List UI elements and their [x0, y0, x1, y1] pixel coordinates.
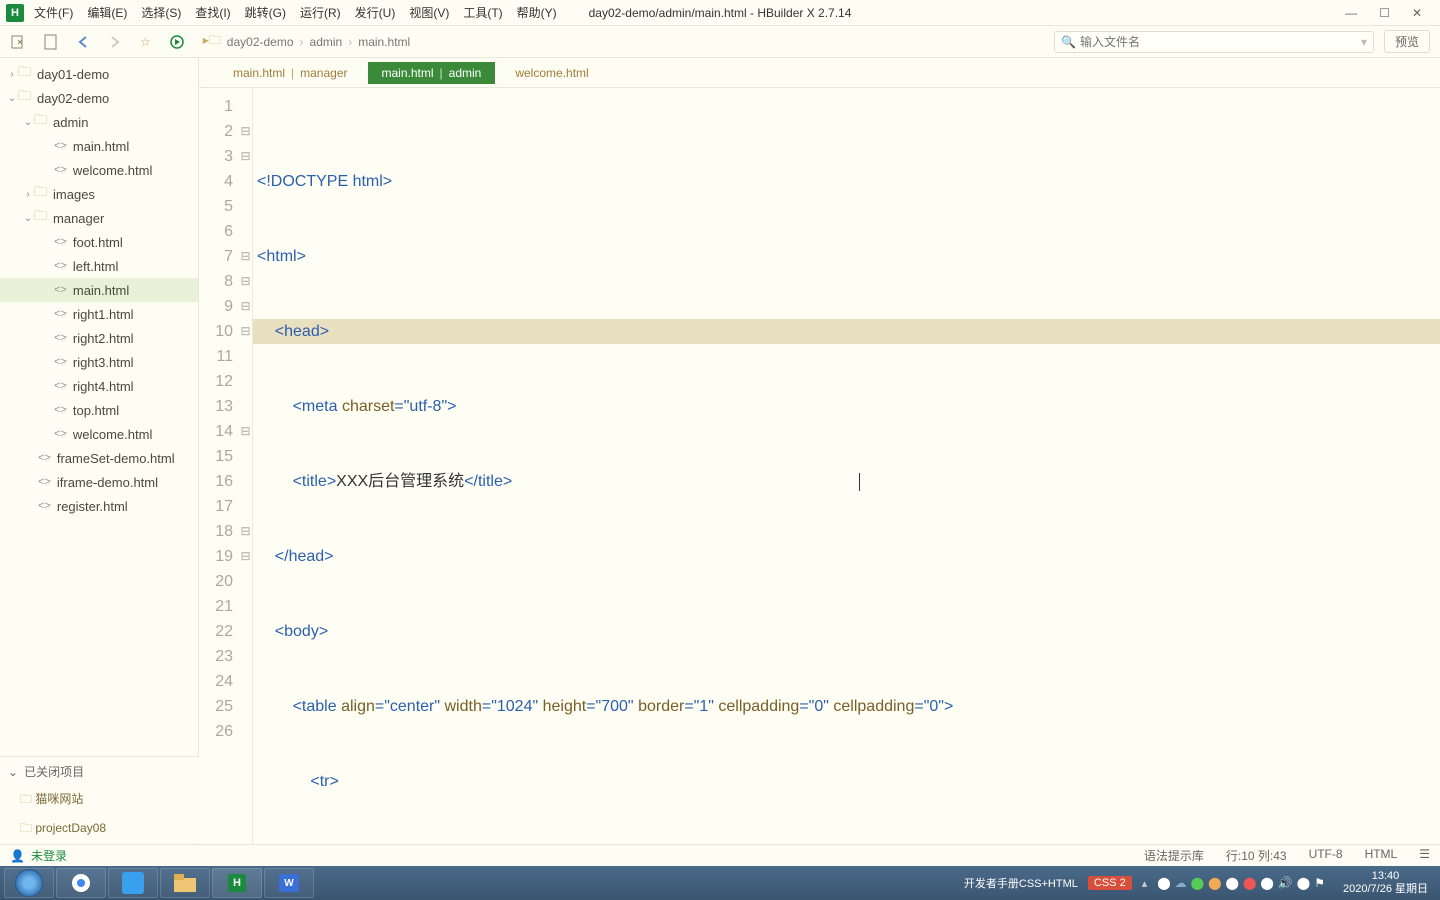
app-logo: H	[6, 4, 24, 22]
taskbar-wps[interactable]: W	[264, 868, 314, 898]
run-icon[interactable]	[169, 34, 185, 50]
editor-area: main.html|manager main.html|admin welcom…	[199, 58, 1440, 844]
menu-goto[interactable]: 跳转(G)	[245, 4, 286, 21]
mouse-text-cursor	[859, 473, 860, 491]
tree-file-admin-main[interactable]: <>main.html	[0, 134, 198, 158]
menu-help[interactable]: 帮助(Y)	[517, 4, 557, 21]
taskbar-clock[interactable]: 13:40 2020/7/26 星期日	[1335, 870, 1436, 896]
forward-icon[interactable]	[108, 35, 122, 49]
menu-tools[interactable]: 工具(T)	[463, 4, 502, 21]
tree-file-foot[interactable]: <>foot.html	[0, 230, 198, 254]
tree-file-right1[interactable]: <>right1.html	[0, 302, 198, 326]
tree-file-admin-welcome[interactable]: <>welcome.html	[0, 158, 198, 182]
closed-project-item[interactable]: 🗀 projectDay08	[0, 815, 199, 844]
tree-file-mgr-welcome[interactable]: <>welcome.html	[0, 422, 198, 446]
tray-icons[interactable]: ⬤☁⬤⬤⬤⬤⬤🔊⬤⚑	[1157, 876, 1325, 890]
menu-select[interactable]: 选择(S)	[141, 4, 181, 21]
breadcrumb: ▸🗀 day02-demo › admin › main.html	[203, 31, 410, 52]
code-editor[interactable]: 1234567891011121314151617181920212223242…	[199, 88, 1440, 844]
tray-chevron-icon[interactable]: ▴	[1142, 877, 1148, 890]
css-badge[interactable]: CSS 2	[1088, 876, 1132, 890]
taskbar-app-blue[interactable]	[108, 868, 158, 898]
syntax-hint[interactable]: 语法提示库	[1144, 847, 1204, 864]
back-icon[interactable]	[76, 35, 90, 49]
search-icon: 🔍	[1061, 35, 1076, 49]
menu-find[interactable]: 查找(I)	[195, 4, 230, 21]
tree-item-manager[interactable]: ⌄🗀manager	[0, 206, 198, 230]
file-explorer: ›🗀day01-demo ⌄🗀day02-demo ⌄🗀admin <>main…	[0, 58, 199, 844]
menubar: H 文件(F) 编辑(E) 选择(S) 查找(I) 跳转(G) 运行(R) 发行…	[0, 0, 1440, 26]
window-controls: — ☐ ✕	[1345, 6, 1440, 20]
search-input[interactable]	[1080, 35, 1361, 49]
code-content[interactable]: <!DOCTYPE html> <html> <head> <meta char…	[253, 88, 1440, 844]
tab-admin-main[interactable]: main.html|admin	[368, 62, 496, 84]
start-button[interactable]	[4, 868, 54, 898]
taskbar: H W 开发者手册CSS+HTML CSS 2 ▴ ⬤☁⬤⬤⬤⬤⬤🔊⬤⚑ 13:…	[0, 866, 1440, 900]
taskbar-chrome[interactable]	[56, 868, 106, 898]
fold-gutter: ⊟⊟ ⊟⊟⊟⊟ ⊟ ⊟⊟	[239, 88, 253, 844]
preview-button[interactable]: 预览	[1384, 30, 1430, 53]
folder-icon: ▸🗀	[203, 31, 221, 52]
tree-file-top[interactable]: <>top.html	[0, 398, 198, 422]
tree-file-iframe[interactable]: <>iframe-demo.html	[0, 470, 198, 494]
menu-view[interactable]: 视图(V)	[409, 4, 449, 21]
taskbar-footer-text: 开发者手册CSS+HTML	[964, 875, 1078, 891]
tree-item-day02[interactable]: ⌄🗀day02-demo	[0, 86, 198, 110]
menu-file[interactable]: 文件(F)	[34, 4, 73, 21]
statusbar: 👤未登录 语法提示库 行:10 列:43 UTF-8 HTML ☰	[0, 844, 1440, 866]
closed-project-item[interactable]: 🗀 猫咪网站	[0, 786, 199, 815]
menu-run[interactable]: 运行(R)	[300, 4, 341, 21]
minimize-icon[interactable]: —	[1345, 6, 1357, 20]
star-icon[interactable]: ☆	[140, 35, 151, 49]
taskbar-hbuilder[interactable]: H	[212, 868, 262, 898]
tab-manager-main[interactable]: main.html|manager	[219, 62, 362, 84]
tree-file-right3[interactable]: <>right3.html	[0, 350, 198, 374]
language-mode[interactable]: HTML	[1365, 847, 1398, 864]
line-numbers: 1234567891011121314151617181920212223242…	[199, 88, 239, 844]
tree-file-left[interactable]: <>left.html	[0, 254, 198, 278]
tree-item-images[interactable]: ›🗀images	[0, 182, 198, 206]
tree-file-right4[interactable]: <>right4.html	[0, 374, 198, 398]
cursor-position: 行:10 列:43	[1226, 847, 1287, 864]
login-status[interactable]: 👤未登录	[10, 847, 67, 864]
editor-tabs: main.html|manager main.html|admin welcom…	[199, 58, 1440, 88]
maximize-icon[interactable]: ☐	[1379, 6, 1390, 20]
dropdown-icon[interactable]: ▾	[1361, 35, 1367, 49]
taskbar-explorer[interactable]	[160, 868, 210, 898]
tree-item-day01[interactable]: ›🗀day01-demo	[0, 62, 198, 86]
window-title: day02-demo/admin/main.html - HBuilder X …	[589, 6, 852, 20]
main-area: ›🗀day01-demo ⌄🗀day02-demo ⌄🗀admin <>main…	[0, 58, 1440, 844]
encoding[interactable]: UTF-8	[1309, 847, 1343, 864]
menu-publish[interactable]: 发行(U)	[355, 4, 396, 21]
import-icon[interactable]	[10, 34, 26, 50]
crumb-1[interactable]: admin	[310, 35, 343, 49]
close-icon[interactable]: ✕	[1412, 6, 1422, 20]
tree-file-register[interactable]: <>register.html	[0, 494, 198, 518]
tree-file-frameset[interactable]: <>frameSet-demo.html	[0, 446, 198, 470]
notification-icon[interactable]: ☰	[1419, 847, 1430, 864]
closed-projects: ⌄已关闭项目 🗀 猫咪网站 🗀 projectDay08	[0, 756, 199, 844]
tree-file-right2[interactable]: <>right2.html	[0, 326, 198, 350]
tree-file-manager-main[interactable]: <>main.html	[0, 278, 198, 302]
closed-projects-header[interactable]: ⌄已关闭项目	[0, 757, 199, 786]
user-icon: 👤	[10, 849, 25, 863]
new-file-icon[interactable]	[44, 34, 58, 50]
crumb-0[interactable]: day02-demo	[227, 35, 294, 49]
toolbar: ☆ ▸🗀 day02-demo › admin › main.html 🔍 ▾ …	[0, 26, 1440, 58]
crumb-2[interactable]: main.html	[358, 35, 410, 49]
tab-welcome[interactable]: welcome.html	[501, 62, 602, 84]
menu-edit[interactable]: 编辑(E)	[87, 4, 127, 21]
search-box[interactable]: 🔍 ▾	[1054, 31, 1374, 53]
tree-item-admin[interactable]: ⌄🗀admin	[0, 110, 198, 134]
